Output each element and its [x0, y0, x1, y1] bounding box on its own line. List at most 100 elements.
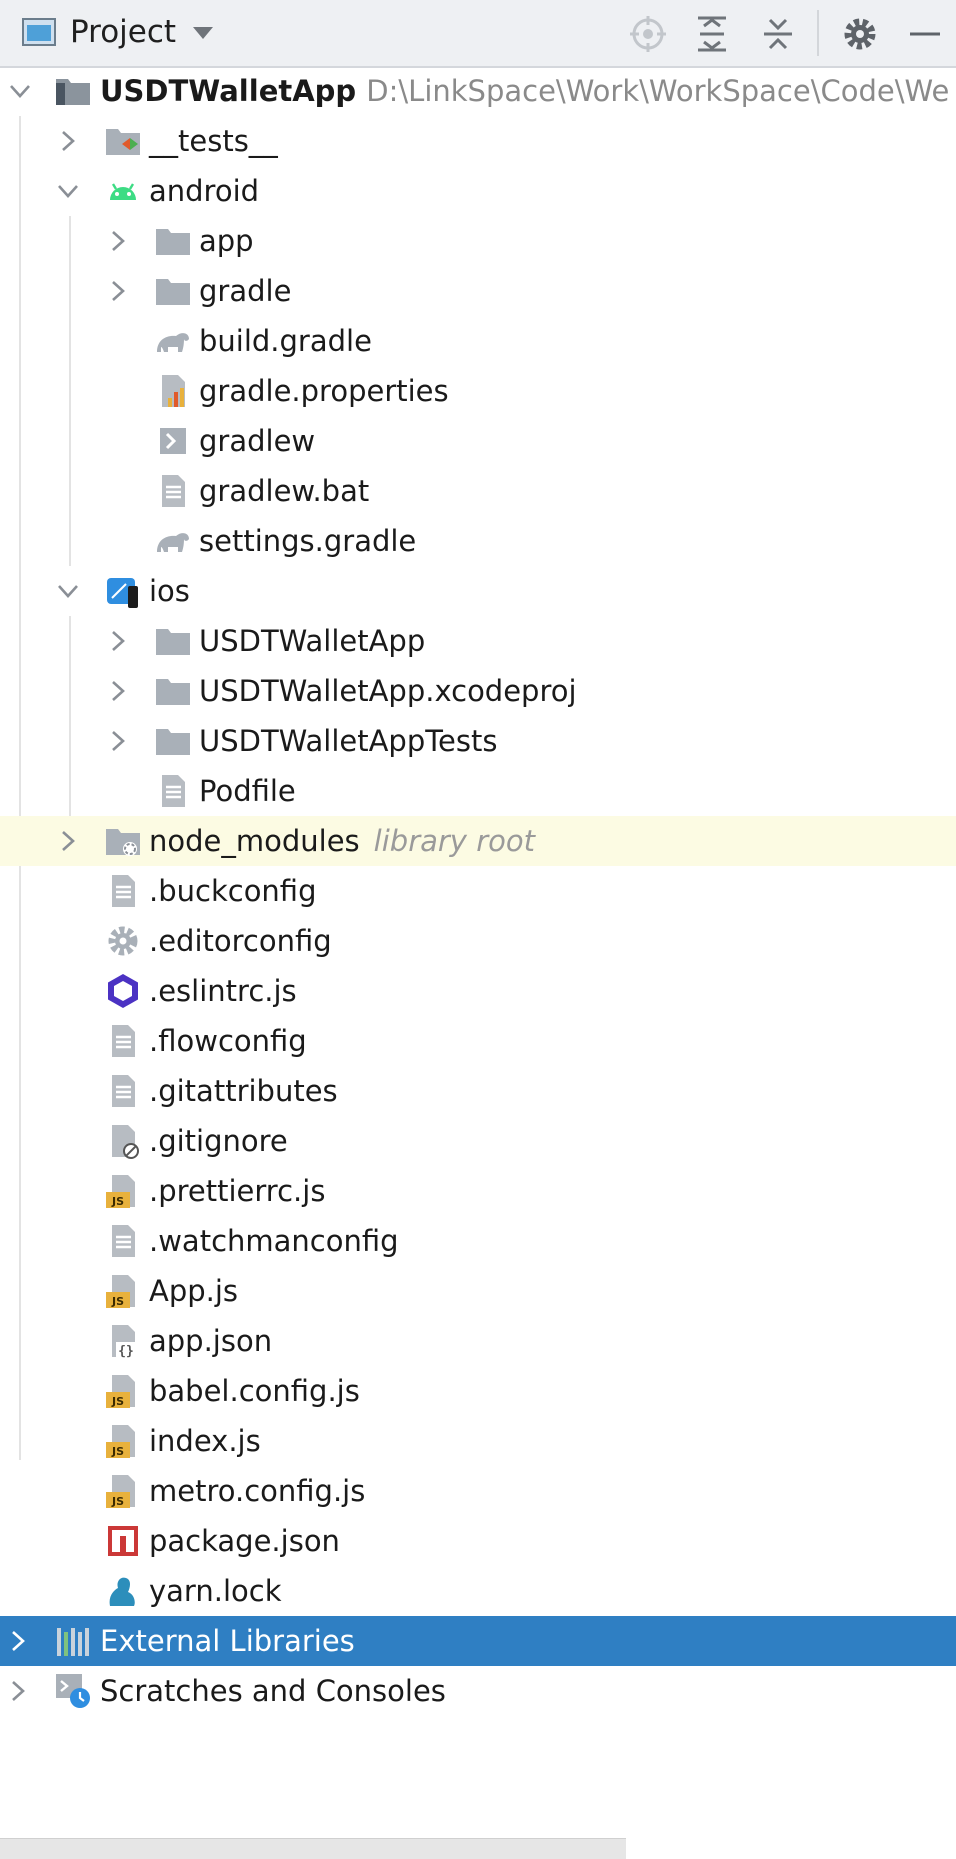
babel-config-label: babel.config.js [149, 1374, 360, 1408]
root-project-path: D:\LinkSpace\Work\WorkSpace\Code\We [366, 74, 950, 108]
project-view-title[interactable]: Project [70, 12, 176, 52]
text-file-icon [104, 1072, 142, 1110]
svg-text:{}: {} [118, 1344, 134, 1359]
chevron-right-icon[interactable] [104, 677, 132, 705]
chevron-right-icon[interactable] [4, 1677, 32, 1705]
tree-row-gitattributes[interactable]: .gitattributes [0, 1066, 956, 1116]
locate-icon[interactable] [628, 14, 668, 54]
chevron-right-icon[interactable] [104, 227, 132, 255]
tree-row-xcodeproj[interactable]: USDTWalletApp.xcodeproj [0, 666, 956, 716]
module-folder-icon [56, 79, 90, 105]
folder-icon [154, 272, 192, 310]
tree-row-package-json[interactable]: package.json [0, 1516, 956, 1566]
library-folder-icon [106, 829, 140, 856]
chevron-right-icon[interactable] [4, 1627, 32, 1655]
library-bars-icon [57, 1628, 89, 1656]
gitattributes-label: .gitattributes [149, 1074, 338, 1108]
tree-row-gradlew[interactable]: gradlew [0, 416, 956, 466]
gradle-folder-label: gradle [199, 274, 292, 308]
tree-row-podfile[interactable]: Podfile [0, 766, 956, 816]
podfile-label: Podfile [199, 774, 296, 808]
tree-row-app-js[interactable]: App.js [0, 1266, 956, 1316]
tree-row-eslintrc[interactable]: .eslintrc.js [0, 966, 956, 1016]
chevron-right-icon[interactable] [104, 727, 132, 755]
yarn-icon [109, 1577, 135, 1606]
chevron-down-icon[interactable] [6, 77, 34, 105]
dropdown-caret-icon[interactable] [192, 26, 214, 40]
chevron-down-icon[interactable] [54, 177, 82, 205]
ios-tests-folder-label: USDTWalletAppTests [199, 724, 498, 758]
hide-minus-icon[interactable] [904, 14, 944, 54]
tree-row-ios-app[interactable]: USDTWalletApp [0, 616, 956, 666]
gradlew-label: gradlew [199, 424, 316, 458]
tree-row-metro[interactable]: metro.config.js [0, 1466, 956, 1516]
chevron-right-icon[interactable] [104, 277, 132, 305]
tree-row-build-gradle[interactable]: build.gradle [0, 316, 956, 366]
scratches-icon [56, 1674, 90, 1708]
settings-gear-icon[interactable] [840, 14, 880, 54]
android-icon [110, 183, 136, 200]
gradle-elephant-icon [157, 533, 189, 552]
tree-row-node-modules[interactable]: node_modules library root [0, 816, 956, 866]
tree-row-app-json[interactable]: {} app.json [0, 1316, 956, 1366]
gear-file-icon [108, 926, 138, 956]
app-folder-label: app [199, 224, 254, 258]
tree-row-yarn-lock[interactable]: yarn.lock [0, 1566, 956, 1616]
tree-row-buckconfig[interactable]: .buckconfig [0, 866, 956, 916]
tree-row-ios-tests[interactable]: USDTWalletAppTests [0, 716, 956, 766]
index-js-label: index.js [149, 1424, 261, 1458]
tree-row-gradle-properties[interactable]: gradle.properties [0, 366, 956, 416]
text-file-icon [104, 1022, 142, 1060]
chevron-down-icon[interactable] [54, 577, 82, 605]
text-file-icon [154, 772, 192, 810]
build-gradle-label: build.gradle [199, 324, 372, 358]
folder-icon [154, 622, 192, 660]
tree-row-flowconfig[interactable]: .flowconfig [0, 1016, 956, 1066]
android-folder-label: android [149, 174, 260, 208]
gitignore-label: .gitignore [149, 1124, 288, 1158]
npm-icon [108, 1526, 138, 1556]
tree-row-index[interactable]: index.js [0, 1416, 956, 1466]
javascript-file-icon [104, 1372, 142, 1410]
test-folder-icon [106, 129, 140, 155]
tree-row-android-gradle[interactable]: gradle [0, 266, 956, 316]
shell-script-icon [160, 428, 186, 454]
yarn-lock-label: yarn.lock [149, 1574, 282, 1608]
tree-row-gitignore[interactable]: .gitignore [0, 1116, 956, 1166]
javascript-file-icon [104, 1422, 142, 1460]
xcodeproj-folder-label: USDTWalletApp.xcodeproj [199, 674, 577, 708]
package-json-label: package.json [149, 1524, 340, 1558]
settings-gradle-label: settings.gradle [199, 524, 417, 558]
app-js-label: App.js [149, 1274, 239, 1308]
horizontal-scrollbar[interactable] [0, 1838, 626, 1859]
eslintrc-label: .eslintrc.js [149, 974, 297, 1008]
tree-row-ios[interactable]: ios [0, 566, 956, 616]
collapse-all-icon[interactable] [758, 14, 798, 54]
tree-row-prettierrc[interactable]: .prettierrc.js [0, 1166, 956, 1216]
tree-row-android[interactable]: android [0, 166, 956, 216]
library-root-hint: library root [373, 824, 535, 858]
tree-row-root[interactable]: USDTWalletApp D:\LinkSpace\Work\WorkSpac… [0, 66, 956, 116]
tree-row-editorconfig[interactable]: .editorconfig [0, 916, 956, 966]
chevron-right-icon[interactable] [104, 627, 132, 655]
text-file-icon [104, 872, 142, 910]
editorconfig-label: .editorconfig [149, 924, 332, 958]
ios-folder-label: ios [149, 574, 190, 608]
tree-row-settings-gradle[interactable]: settings.gradle [0, 516, 956, 566]
root-project-label: USDTWalletApp D:\LinkSpace\Work\WorkSpac… [100, 74, 950, 108]
external-libraries-label: External Libraries [100, 1624, 355, 1658]
expand-all-icon[interactable] [692, 14, 732, 54]
tree-row-external-libraries[interactable]: External Libraries [0, 1616, 956, 1666]
tree-row-tests[interactable]: __tests__ [0, 116, 956, 166]
ios-app-folder-label: USDTWalletApp [199, 624, 426, 658]
tree-row-babel[interactable]: babel.config.js [0, 1366, 956, 1416]
project-view-icon[interactable] [22, 18, 56, 46]
xcode-icon [107, 578, 138, 608]
chevron-right-icon[interactable] [54, 127, 82, 155]
tree-row-watchmanconfig[interactable]: .watchmanconfig [0, 1216, 956, 1266]
tree-row-scratches[interactable]: Scratches and Consoles [0, 1666, 956, 1716]
folder-icon [154, 222, 192, 260]
tree-row-android-app[interactable]: app [0, 216, 956, 266]
chevron-right-icon[interactable] [54, 827, 82, 855]
tree-row-gradlew-bat[interactable]: gradlew.bat [0, 466, 956, 516]
